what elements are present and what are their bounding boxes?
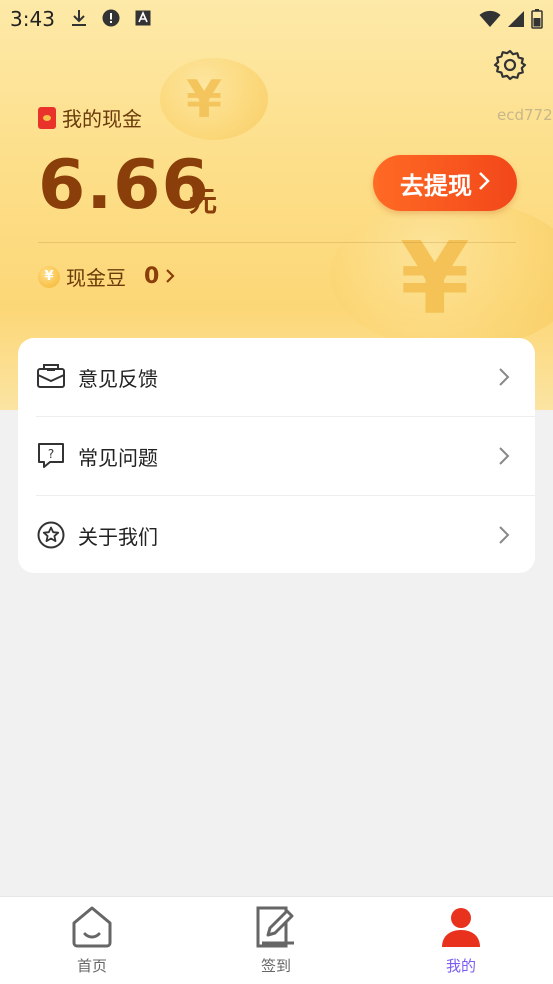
- menu-item-label: 常见问题: [78, 445, 158, 470]
- menu-item-label: 关于我们: [78, 524, 158, 549]
- cash-amount: 6.66: [38, 146, 210, 225]
- menu-item-faq[interactable]: ? 常见问题: [18, 417, 535, 495]
- svg-text:?: ?: [48, 447, 54, 461]
- nav-label: 我的: [445, 957, 476, 975]
- wifi-icon: [479, 10, 501, 32]
- cash-beans-link[interactable]: ¥ 现金豆 0: [38, 262, 175, 291]
- settings-gear-icon[interactable]: [493, 48, 527, 82]
- menu-item-feedback[interactable]: 意见反馈: [18, 338, 535, 416]
- menu-item-label: 意见反馈: [78, 366, 158, 391]
- nav-item-home[interactable]: 首页: [52, 903, 132, 976]
- a-text-icon: [134, 9, 152, 27]
- coin-decoration: ¥: [330, 200, 553, 350]
- chevron-right-icon: [478, 169, 490, 197]
- menu-item-about[interactable]: 关于我们: [18, 496, 535, 574]
- bottom-nav: 首页 签到 我的: [0, 896, 553, 984]
- cash-bean-icon: ¥: [38, 265, 60, 288]
- red-packet-icon: [38, 106, 56, 129]
- cash-title-label: 我的现金: [62, 107, 142, 131]
- coin-decoration: ¥: [160, 58, 268, 140]
- battery-icon: [531, 9, 543, 33]
- feedback-envelope-icon: [36, 362, 66, 392]
- nav-item-profile[interactable]: 我的: [421, 903, 501, 976]
- chevron-right-icon: [165, 265, 175, 289]
- menu-card: 意见反馈 ? 常见问题 关于我们: [18, 338, 535, 573]
- nav-item-sign-in[interactable]: 签到: [236, 903, 316, 976]
- cash-title: 我的现金: [38, 103, 142, 132]
- sign-in-icon: [256, 906, 294, 948]
- withdraw-button[interactable]: 去提现: [373, 155, 517, 211]
- status-bar: 3:43: [0, 0, 553, 38]
- user-id: ecd772: [497, 106, 553, 124]
- download-icon: [70, 9, 88, 27]
- cash-amount-unit: 元: [189, 185, 218, 218]
- header-divider: [38, 242, 516, 243]
- alert-icon: [102, 9, 120, 27]
- nav-label: 签到: [260, 957, 291, 975]
- home-icon: [72, 906, 112, 948]
- faq-question-icon: ?: [36, 441, 66, 471]
- profile-icon: [442, 908, 480, 947]
- chevron-right-icon: [496, 523, 512, 547]
- signal-icon: [507, 10, 525, 32]
- withdraw-button-label: 去提现: [400, 171, 472, 200]
- cash-beans-label: 现金豆: [66, 266, 126, 290]
- chevron-right-icon: [496, 365, 512, 389]
- chevron-right-icon: [496, 444, 512, 468]
- about-star-icon: [36, 520, 66, 550]
- nav-label: 首页: [76, 957, 107, 975]
- status-time: 3:43: [10, 7, 55, 31]
- cash-beans-count: 0: [144, 264, 160, 289]
